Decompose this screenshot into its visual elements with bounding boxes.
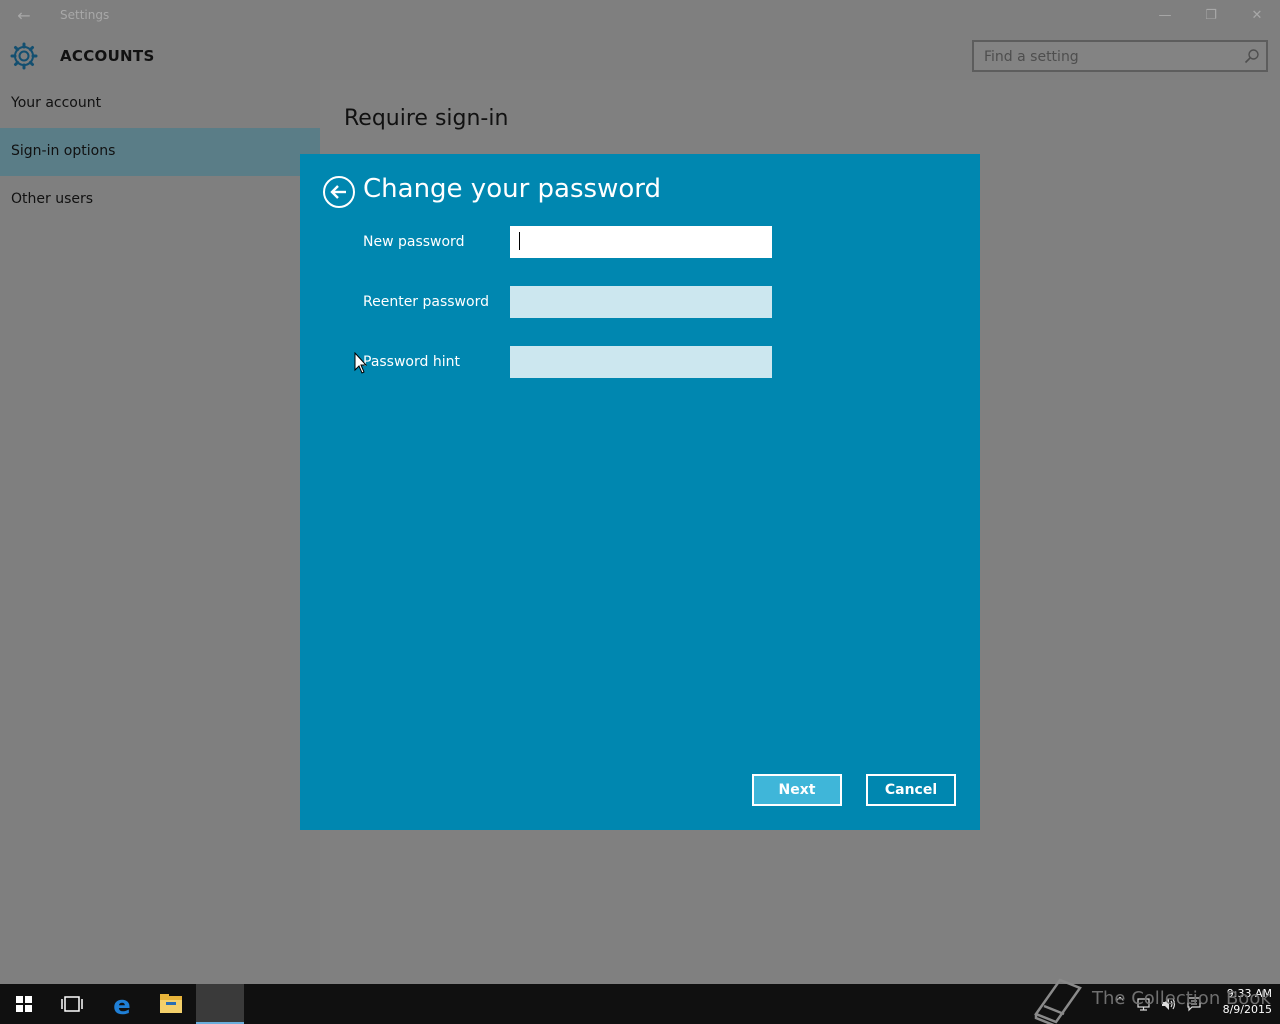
arrow-left-icon [330,185,346,199]
text-caret [519,232,520,250]
next-button[interactable]: Next [752,774,842,806]
page-title: Require sign-in [344,106,509,131]
sidebar: Your account Sign-in options Other users [0,80,320,984]
book-icon [1034,978,1082,1024]
reenter-password-label: Reenter password [363,294,489,310]
sidebar-item-other-users[interactable]: Other users [0,176,320,224]
search-box[interactable]: Find a setting [972,40,1268,72]
sidebar-item-your-account[interactable]: Your account [0,80,320,128]
file-explorer-button[interactable] [147,984,195,1024]
minimize-button[interactable]: — [1150,4,1180,28]
cancel-button[interactable]: Cancel [866,774,956,806]
dialog-title: Change your password [363,174,661,204]
search-input[interactable]: Find a setting [984,49,1079,65]
window-title: Settings [60,8,110,22]
back-button[interactable]: ← [12,6,36,26]
reenter-password-field[interactable] [510,286,772,318]
password-hint-field[interactable] [510,346,772,378]
new-password-field[interactable] [510,226,772,258]
settings-header: ACCOUNTS Find a setting [0,32,1280,80]
sidebar-item-sign-in-options[interactable]: Sign-in options [0,128,320,176]
search-icon[interactable] [1244,48,1260,64]
windows-logo-icon [16,996,32,1012]
change-password-dialog: Change your password New password Reente… [300,154,980,830]
restore-button[interactable]: ❐ [1196,4,1226,28]
dialog-back-button[interactable] [323,176,355,208]
section-title: ACCOUNTS [60,47,155,65]
watermark-text: The Collection Book [1092,988,1271,1009]
new-password-label: New password [363,234,465,250]
start-button[interactable] [0,984,48,1024]
svg-text:e: e [113,991,131,1021]
settings-taskbar-button[interactable] [196,984,244,1024]
folder-icon [160,994,182,1013]
edge-icon: e [113,991,131,1021]
mouse-pointer-icon [354,352,368,374]
password-hint-label: Password hint [363,354,460,370]
task-view-button[interactable] [48,984,96,1024]
sidebar-item-label: Other users [11,191,94,207]
sidebar-item-label: Sign-in options [11,143,116,159]
title-bar: ← Settings — ❐ ✕ [0,0,1280,32]
gear-icon [10,42,38,70]
close-button[interactable]: ✕ [1242,4,1272,28]
sidebar-item-label: Your account [11,95,102,111]
edge-browser-button[interactable]: e [98,984,146,1024]
watermark: The Collection Book [1030,976,1271,1024]
task-view-icon [61,996,83,1012]
